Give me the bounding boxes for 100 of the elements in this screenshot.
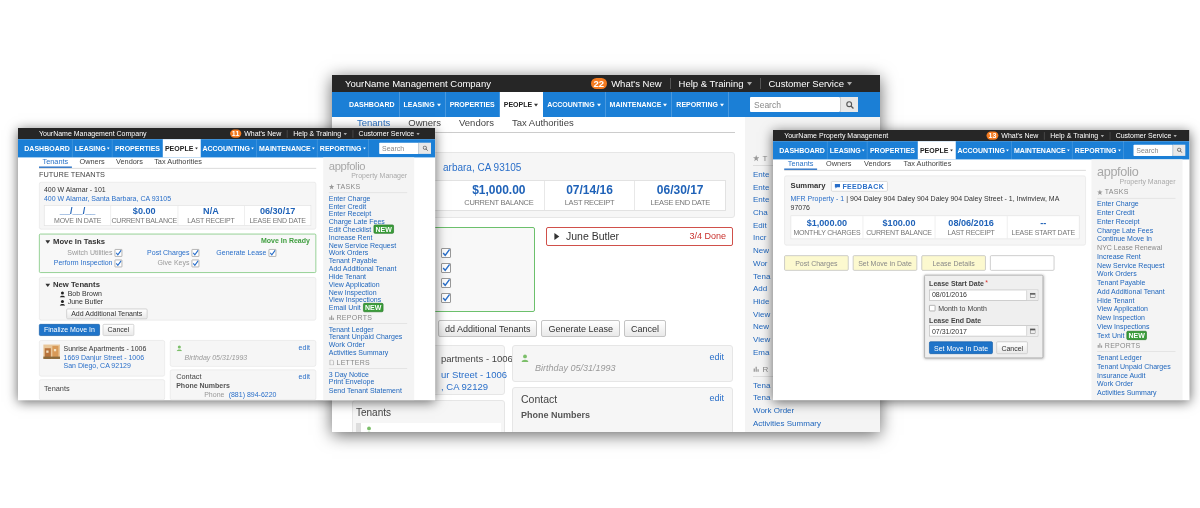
caret-icon (847, 81, 852, 86)
sidebar-link[interactable]: Work Order (753, 404, 795, 417)
sidebar-link[interactable]: Tena (753, 391, 771, 405)
progress-text: 3/4 Done (689, 230, 726, 243)
address-link[interactable]: , CA 92129 (441, 380, 488, 393)
stat-value: $1,000.00 (472, 183, 526, 198)
edit-link[interactable]: edit (709, 393, 724, 405)
stat-value: -- (1040, 217, 1047, 229)
action-button[interactable]: Generate Lease (541, 320, 620, 337)
person-icon (521, 353, 529, 362)
caret-icon (534, 102, 539, 107)
bar-chart-icon (1097, 342, 1103, 349)
search-button[interactable] (1172, 144, 1186, 156)
sidebar-link[interactable]: Ente (753, 180, 770, 194)
calendar-button[interactable] (1026, 289, 1038, 300)
chat-icon (834, 183, 841, 189)
address-link[interactable]: ur Street - 1006 (441, 368, 507, 381)
search-icon (845, 100, 854, 109)
sidebar-link[interactable]: View (753, 307, 771, 321)
search-button[interactable] (840, 97, 858, 112)
sidebar-link[interactable]: Ente (753, 168, 770, 181)
tab[interactable]: Tax Authorities (506, 117, 579, 132)
caret-icon (596, 102, 601, 107)
card-title: Tenants (356, 407, 392, 420)
checkbox[interactable] (929, 305, 936, 312)
sidebar-link[interactable]: Activities Summary (753, 416, 821, 430)
stat-value: N/A (203, 205, 219, 217)
caret-icon (1006, 148, 1010, 152)
sidebar-link[interactable]: Tena (753, 378, 771, 392)
checkbox[interactable] (441, 278, 451, 288)
caret-icon (719, 102, 724, 107)
caret-icon (436, 102, 441, 107)
sidebar-link[interactable]: View (753, 333, 771, 346)
sidebar-link[interactable]: Hide (753, 295, 770, 308)
stat-value: __/__/__ (59, 205, 96, 217)
caret-icon (107, 146, 110, 150)
caret-icon (746, 81, 752, 86)
search-button[interactable] (418, 142, 431, 154)
sidebar-link[interactable]: Add (753, 282, 768, 296)
checkbox[interactable] (114, 259, 123, 268)
sidebar-link[interactable]: Tena (753, 269, 771, 283)
sidebar-link[interactable]: New (753, 320, 769, 334)
checkbox[interactable] (441, 248, 451, 258)
logo: appfolio (328, 160, 366, 173)
checkbox[interactable] (191, 248, 200, 257)
card-title: Contact (521, 393, 558, 407)
person-icon (365, 425, 373, 432)
caret-icon (663, 102, 668, 107)
section-title: R (762, 364, 769, 374)
stat-value: 08/06/2016 (948, 217, 994, 229)
checkbox[interactable] (441, 263, 451, 273)
company-name: YourName Management Company (345, 78, 491, 89)
action-button[interactable]: dd Additional Tenants (438, 320, 538, 337)
caret-icon (1067, 148, 1070, 152)
caret-icon (194, 146, 198, 150)
unit-name: partments - 1006 (441, 353, 513, 365)
tab[interactable]: Owners (403, 117, 446, 132)
checkbox[interactable] (268, 248, 277, 257)
action-button[interactable]: Cancel (623, 320, 666, 337)
stat-value: $100.00 (882, 217, 916, 229)
search-field[interactable]: Search (750, 97, 840, 112)
section-title: T (762, 154, 768, 164)
caret-icon (862, 148, 865, 152)
bar-chart-icon (328, 314, 335, 321)
tab[interactable]: Vendors (454, 117, 499, 132)
notification-badge: 22 (590, 77, 608, 90)
star-icon (1097, 189, 1103, 195)
sidebar-link[interactable]: Ente (753, 193, 770, 207)
sidebar-link[interactable]: Incr (753, 231, 767, 245)
star-icon (753, 155, 760, 162)
sidebar-link[interactable]: Edit (753, 218, 767, 232)
calendar-icon (1029, 292, 1036, 298)
stat-value: 06/30/17 (259, 205, 296, 217)
logo: appfolio (1097, 165, 1139, 178)
sidebar-link[interactable]: New (753, 244, 769, 257)
top-menu[interactable]: Help & Training (670, 78, 761, 89)
caret-icon (251, 146, 255, 150)
person-icon (176, 344, 183, 352)
caret-icon (312, 146, 315, 150)
star-icon (328, 183, 335, 190)
caret-icon (1117, 148, 1121, 152)
top-menu[interactable]: Customer Service (760, 78, 860, 89)
whats-new-link[interactable]: What's New (611, 78, 671, 89)
sidebar-link[interactable]: Cha (753, 206, 768, 219)
bar-chart-icon (753, 365, 760, 373)
stat-value: 06/30/17 (656, 183, 704, 198)
tenant-name: June Butler (566, 229, 620, 244)
stat-value: $1,000.00 (806, 217, 848, 229)
birthday-text: Birthday 05/31/1993 (535, 363, 616, 375)
sidebar-link[interactable]: Wor (753, 257, 768, 270)
stat-value: 07/14/16 (566, 183, 613, 198)
calendar-button[interactable] (1026, 326, 1038, 336)
checkbox[interactable] (441, 293, 451, 303)
caret-icon (362, 146, 366, 150)
stat-value: $0.00 (132, 205, 156, 217)
address-link[interactable]: arbara, CA 93105 (443, 162, 522, 175)
card-subtitle: Phone Numbers (521, 410, 590, 422)
sidebar-link[interactable]: Ema (753, 345, 770, 359)
caret-icon (949, 148, 953, 152)
edit-link[interactable]: edit (709, 352, 724, 364)
